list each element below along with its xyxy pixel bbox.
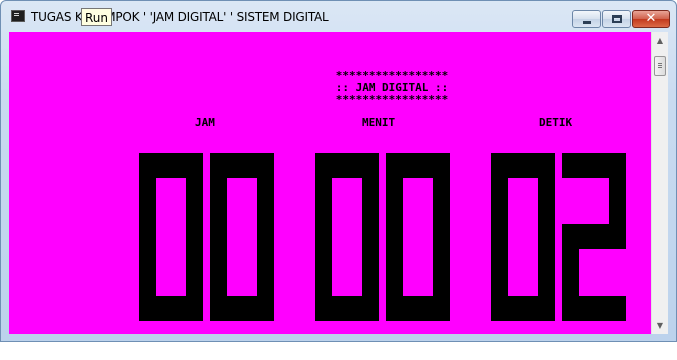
console-window: TUGAS KELOMPOK ' 'JAM DIGITAL' ' SISTEM …: [0, 0, 677, 342]
window-title: TUGAS KELOMPOK ' 'JAM DIGITAL' ' SISTEM …: [31, 10, 329, 24]
digit-gap: [156, 178, 186, 296]
digit-gap: [562, 178, 609, 224]
minimize-icon: [583, 21, 591, 24]
digit-gap: [332, 178, 362, 296]
minimize-button[interactable]: [572, 10, 601, 28]
close-button[interactable]: ✕: [632, 10, 670, 28]
seconds-label: DETIK: [539, 116, 573, 129]
minutes-tens-digit: [315, 153, 379, 321]
run-tooltip: Run: [81, 8, 113, 26]
digit-gap: [508, 178, 538, 296]
close-icon: ✕: [645, 11, 657, 26]
maximize-button[interactable]: [602, 10, 631, 28]
digit-gap: [403, 178, 433, 296]
minutes-ones-digit: [386, 153, 450, 321]
scroll-up-arrow-icon[interactable]: ▲: [652, 32, 668, 49]
vertical-scrollbar[interactable]: ▲ ▼: [651, 32, 668, 334]
minutes-label: MENIT: [362, 116, 396, 129]
digit-gap: [579, 249, 626, 296]
hours-tens-digit: [139, 153, 203, 321]
title-bar[interactable]: TUGAS KELOMPOK ' 'JAM DIGITAL' ' SISTEM …: [1, 1, 676, 31]
banner: *****************:: JAM DIGITAL :: ******…: [322, 70, 462, 106]
scroll-down-arrow-icon[interactable]: ▼: [652, 317, 668, 334]
digit-gap: [227, 178, 257, 296]
seconds-ones-digit: [562, 153, 626, 321]
banner-border-bottom: *****************: [335, 93, 449, 106]
console-output-area: *****************:: JAM DIGITAL :: ******…: [9, 32, 651, 334]
console-app-icon[interactable]: [11, 10, 25, 22]
scroll-thumb[interactable]: [654, 56, 666, 76]
seconds-tens-digit: [491, 153, 555, 321]
hours-ones-digit: [210, 153, 274, 321]
hours-label: JAM: [195, 116, 215, 129]
maximize-icon: [612, 15, 622, 23]
